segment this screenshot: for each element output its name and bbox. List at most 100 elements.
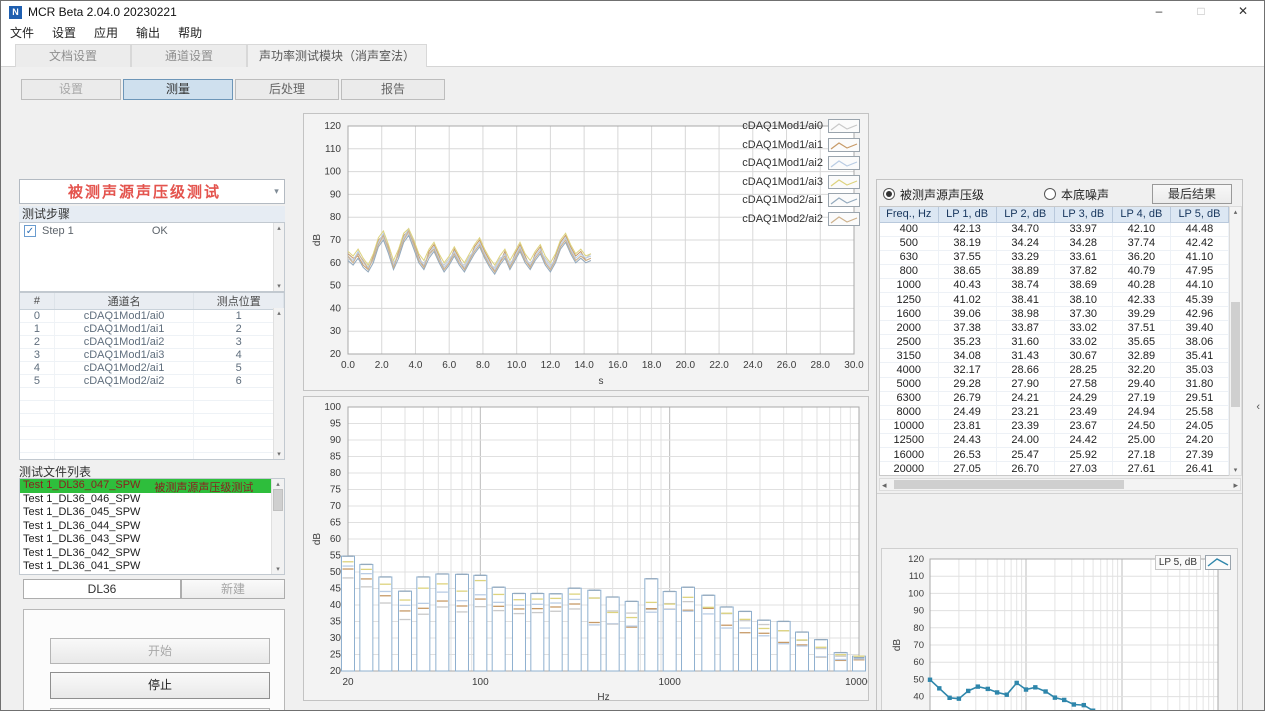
results-row[interactable]: 80038.6538.8937.8240.7947.95 bbox=[880, 264, 1229, 278]
maximize-button[interactable]: □ bbox=[1180, 1, 1222, 23]
file-list-item[interactable]: Test 1_DL36_047_SPW被测声源声压级测试 bbox=[20, 479, 284, 493]
channel-cell: cDAQ1Mod2/ai1 bbox=[54, 362, 194, 375]
minimize-button[interactable]: – bbox=[1138, 1, 1180, 23]
results-row[interactable]: 1600026.5325.4725.9227.1827.39 bbox=[880, 448, 1229, 462]
frequency-response-chart[interactable]: 1001000100001000002030405060708090100110… bbox=[882, 549, 1237, 711]
new-file-button[interactable]: 新建 bbox=[181, 579, 285, 599]
menu-item-帮助[interactable]: 帮助 bbox=[169, 23, 211, 43]
scroll-down-icon[interactable]: ▾ bbox=[272, 565, 284, 573]
results-row[interactable]: 50038.1934.2434.2837.7442.42 bbox=[880, 236, 1229, 250]
channel-row[interactable]: 0cDAQ1Mod1/ai01 bbox=[20, 310, 284, 323]
channel-row[interactable]: 2cDAQ1Mod1/ai23 bbox=[20, 336, 284, 349]
svg-text:60: 60 bbox=[913, 657, 924, 668]
channel-row[interactable] bbox=[20, 414, 284, 427]
scroll-right-icon[interactable]: ▸ bbox=[1233, 480, 1238, 491]
menu-item-文件[interactable]: 文件 bbox=[1, 23, 43, 43]
results-row[interactable]: 63037.5533.2933.6136.2041.10 bbox=[880, 250, 1229, 264]
results-row[interactable]: 1000023.8123.3923.6724.5024.05 bbox=[880, 419, 1229, 433]
channel-row[interactable]: 3cDAQ1Mod1/ai34 bbox=[20, 349, 284, 362]
results-row[interactable]: 630026.7924.2124.2927.1929.51 bbox=[880, 391, 1229, 405]
final-result-button[interactable]: 最后结果 bbox=[1152, 184, 1232, 204]
results-row[interactable]: 200037.3833.8733.0237.5139.40 bbox=[880, 321, 1229, 335]
results-row[interactable]: 40042.1334.7033.9742.1044.48 bbox=[880, 222, 1229, 236]
scroll-left-icon[interactable]: ◂ bbox=[882, 480, 887, 491]
scroll-up-icon[interactable]: ▴ bbox=[274, 309, 284, 317]
sub-tab-0[interactable]: 设置 bbox=[21, 79, 121, 100]
results-cell: 25.58 bbox=[1170, 405, 1228, 419]
results-row[interactable]: 400032.1728.6628.2532.2035.03 bbox=[880, 363, 1229, 377]
channel-row[interactable]: 4cDAQ1Mod2/ai15 bbox=[20, 362, 284, 375]
results-row[interactable]: 160039.0638.9837.3039.2942.96 bbox=[880, 307, 1229, 321]
file-list-item[interactable]: Test 1_DL36_046_SPW bbox=[20, 493, 284, 507]
channel-row[interactable]: 5cDAQ1Mod2/ai26 bbox=[20, 375, 284, 388]
step-row[interactable]: ✓ Step 1 OK bbox=[20, 223, 284, 239]
channel-row[interactable]: 1cDAQ1Mod1/ai12 bbox=[20, 323, 284, 336]
results-table-hscrollbar[interactable]: ◂ ▸ bbox=[879, 478, 1241, 491]
sub-tab-2[interactable]: 后处理 bbox=[235, 79, 339, 100]
results-col-header[interactable]: LP 1, dB bbox=[938, 207, 996, 222]
collapse-panel-button[interactable]: ‹ bbox=[1256, 401, 1260, 413]
radio-source-level[interactable] bbox=[883, 188, 895, 200]
results-col-header[interactable]: Freq., Hz bbox=[880, 207, 938, 222]
results-row[interactable]: 100040.4338.7438.6940.2844.10 bbox=[880, 278, 1229, 292]
results-row[interactable]: 315034.0831.4330.6732.8935.41 bbox=[880, 349, 1229, 363]
results-cell: 24.29 bbox=[1054, 391, 1112, 405]
results-row[interactable]: 2000027.0526.7027.0327.6126.41 bbox=[880, 462, 1229, 476]
test-type-dropdown[interactable]: 被测声源声压级测试 ▾ bbox=[19, 179, 285, 204]
results-col-header[interactable]: LP 3, dB bbox=[1054, 207, 1112, 222]
menu-item-设置[interactable]: 设置 bbox=[43, 23, 85, 43]
results-row[interactable]: 500029.2827.9027.5829.4031.80 bbox=[880, 377, 1229, 391]
channel-table-scrollbar[interactable]: ▴ ▾ bbox=[273, 308, 284, 459]
sub-tab-3[interactable]: 报告 bbox=[341, 79, 445, 100]
file-list-item[interactable]: Test 1_DL36_045_SPW bbox=[20, 506, 284, 520]
scrollbar-thumb[interactable] bbox=[273, 489, 283, 511]
scroll-up-icon[interactable]: ▴ bbox=[272, 480, 284, 488]
prefix-button[interactable]: DL36 bbox=[23, 579, 181, 599]
stop-button[interactable]: 停止 bbox=[50, 672, 270, 699]
main-tab-1[interactable]: 通道设置 bbox=[131, 44, 247, 67]
scroll-down-icon[interactable]: ▾ bbox=[1230, 466, 1241, 474]
sub-tab-1[interactable]: 测量 bbox=[123, 79, 233, 100]
results-row[interactable]: 1250024.4324.0024.4225.0024.20 bbox=[880, 433, 1229, 447]
menu-item-输出[interactable]: 输出 bbox=[127, 23, 169, 43]
channel-row[interactable] bbox=[20, 427, 284, 440]
spectrum-bar-chart[interactable]: 2010010001000020253035404550556065707580… bbox=[304, 397, 868, 700]
file-list-item[interactable]: Test 1_DL36_044_SPW bbox=[20, 520, 284, 534]
channel-row[interactable] bbox=[20, 388, 284, 401]
results-col-header[interactable]: LP 4, dB bbox=[1112, 207, 1170, 222]
scroll-up-icon[interactable]: ▴ bbox=[1230, 208, 1241, 216]
channel-row[interactable] bbox=[20, 440, 284, 453]
file-list-item[interactable]: Test 1_DL36_041_SPW bbox=[20, 560, 284, 574]
radio-background-noise[interactable] bbox=[1044, 188, 1056, 200]
channel-row[interactable] bbox=[20, 401, 284, 414]
results-row[interactable]: 125041.0238.4138.1042.3345.39 bbox=[880, 292, 1229, 306]
channel-table[interactable]: #通道名测点位置0cDAQ1Mod1/ai011cDAQ1Mod1/ai122c… bbox=[20, 293, 284, 460]
chevron-down-icon[interactable]: ▾ bbox=[269, 180, 284, 203]
close-button[interactable]: ✕ bbox=[1222, 1, 1264, 23]
results-cell: 37.38 bbox=[938, 321, 996, 335]
main-tab-0[interactable]: 文档设置 bbox=[15, 44, 131, 67]
file-list-item[interactable]: Test 1_DL36_043_SPW bbox=[20, 533, 284, 547]
scrollbar-thumb[interactable] bbox=[1231, 302, 1240, 407]
test-file-list[interactable]: Test 1_DL36_047_SPW被测声源声压级测试Test 1_DL36_… bbox=[19, 478, 285, 575]
results-col-header[interactable]: LP 2, dB bbox=[996, 207, 1054, 222]
menu-item-应用[interactable]: 应用 bbox=[85, 23, 127, 43]
scroll-down-icon[interactable]: ▾ bbox=[274, 450, 284, 458]
scroll-up-icon[interactable]: ▴ bbox=[274, 224, 284, 232]
main-tab-2[interactable]: 声功率测试模块（消声室法） bbox=[247, 44, 427, 67]
results-col-header[interactable]: LP 5, dB bbox=[1170, 207, 1228, 222]
step-checkbox[interactable]: ✓ bbox=[24, 225, 36, 237]
scroll-down-icon[interactable]: ▾ bbox=[274, 282, 284, 290]
results-row[interactable]: 800024.4923.2123.4924.9425.58 bbox=[880, 405, 1229, 419]
channel-row[interactable] bbox=[20, 453, 284, 461]
file-list-item[interactable]: Test 1_DL36_042_SPW bbox=[20, 547, 284, 561]
results-table-vscrollbar[interactable]: ▴ ▾ bbox=[1229, 206, 1242, 476]
step-status: OK bbox=[152, 225, 168, 237]
scrollbar-thumb[interactable] bbox=[894, 480, 1124, 489]
step-list-scrollbar[interactable]: ▴ ▾ bbox=[273, 223, 284, 291]
results-table[interactable]: Freq., HzLP 1, dBLP 2, dBLP 3, dBLP 4, d… bbox=[880, 207, 1229, 476]
step-list[interactable]: ✓ Step 1 OK ▴ ▾ bbox=[19, 222, 285, 292]
file-list-scrollbar[interactable]: ▴ ▾ bbox=[271, 479, 284, 574]
results-row[interactable]: 250035.2331.6033.0235.6538.06 bbox=[880, 335, 1229, 349]
start-button[interactable]: 开始 bbox=[50, 638, 270, 664]
